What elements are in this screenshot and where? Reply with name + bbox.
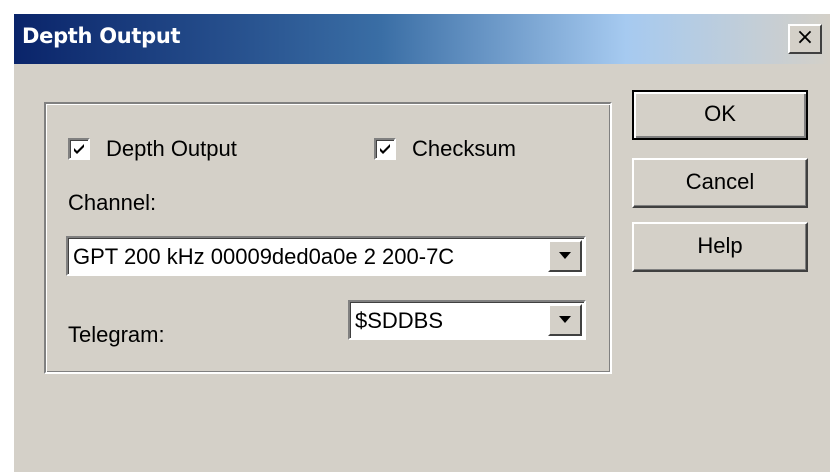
depth-output-checkbox-box[interactable] — [68, 138, 90, 160]
depth-output-dialog: Depth Output × Depth Output Checksum Cha… — [12, 12, 830, 472]
checksum-checkbox[interactable]: Checksum — [374, 136, 516, 162]
checkmark-icon — [74, 144, 84, 154]
dialog-title: Depth Output — [22, 24, 181, 48]
help-button[interactable]: Help — [632, 222, 808, 272]
checksum-checkbox-box[interactable] — [374, 138, 396, 160]
depth-output-checkbox[interactable]: Depth Output — [68, 136, 237, 162]
close-button[interactable]: × — [788, 24, 822, 54]
telegram-label: Telegram: — [68, 322, 165, 347]
channel-select-value: GPT 200 kHz 00009ded0a0e 2 200-7C — [73, 244, 455, 269]
checksum-label: Checksum — [412, 136, 516, 161]
channel-dropdown-button[interactable] — [548, 240, 582, 272]
cancel-button[interactable]: Cancel — [632, 158, 808, 208]
telegram-select-value: $SDDBS — [355, 308, 444, 333]
telegram-select[interactable]: $SDDBS — [348, 300, 586, 340]
checkmark-icon — [380, 144, 390, 154]
ok-button[interactable]: OK — [632, 90, 808, 140]
chevron-down-icon — [559, 316, 571, 323]
telegram-dropdown-button[interactable] — [548, 304, 582, 336]
title-bar[interactable]: Depth Output × — [14, 14, 830, 64]
channel-label: Channel: — [68, 190, 157, 215]
settings-group: Depth Output Checksum Channel: GPT 200 k… — [44, 102, 612, 374]
depth-output-label: Depth Output — [106, 136, 237, 161]
chevron-down-icon — [559, 252, 571, 259]
channel-select[interactable]: GPT 200 kHz 00009ded0a0e 2 200-7C — [66, 236, 586, 276]
close-icon: × — [795, 25, 815, 50]
